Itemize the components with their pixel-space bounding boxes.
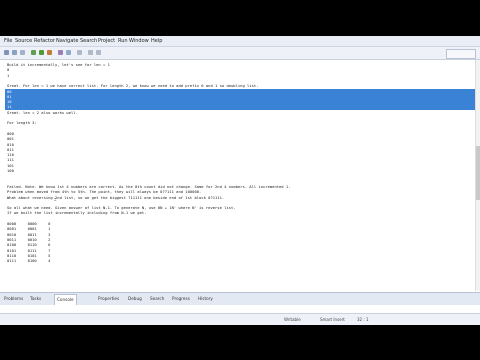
editor-line[interactable]: 1 bbox=[7, 73, 9, 78]
new-class-icon[interactable] bbox=[58, 50, 63, 55]
editor-line[interactable]: Great. For len = 1 we have correct list.… bbox=[7, 83, 258, 88]
text-selection bbox=[5, 88, 476, 110]
editor-line[interactable]: 100 bbox=[7, 168, 14, 173]
tab-console[interactable]: Console bbox=[54, 294, 77, 305]
editor-line[interactable]: If we built the list incrementally inclu… bbox=[7, 210, 146, 215]
tab-problems[interactable]: Problems bbox=[4, 296, 23, 302]
editor-line[interactable]: 01 bbox=[7, 94, 12, 99]
editor-line[interactable]: 00 bbox=[7, 89, 12, 94]
editor-line[interactable]: 0000 0000 0 bbox=[7, 221, 50, 226]
tab-debug[interactable]: Debug bbox=[128, 296, 142, 302]
menu-navigate[interactable]: Navigate bbox=[56, 38, 78, 44]
console-panel bbox=[0, 305, 480, 313]
menu-source[interactable]: Source bbox=[15, 38, 32, 44]
tab-tasks[interactable]: Tasks bbox=[30, 296, 41, 302]
menu-project[interactable]: Project bbox=[98, 38, 115, 44]
new-file-icon[interactable] bbox=[4, 50, 9, 55]
editor-line[interactable]: 10 bbox=[7, 99, 12, 104]
tab-history[interactable]: History bbox=[198, 296, 213, 302]
editor-line[interactable]: 011 bbox=[7, 147, 14, 152]
editor-line[interactable]: 010 bbox=[7, 142, 14, 147]
editor-line[interactable]: So all what we need. Given answer of lis… bbox=[7, 205, 236, 210]
debug-icon[interactable] bbox=[31, 50, 36, 55]
menu-search[interactable]: Search bbox=[80, 38, 97, 44]
editor-line[interactable]: 0 bbox=[7, 67, 9, 72]
scrollbar-thumb[interactable] bbox=[476, 146, 480, 200]
eclipse-window: File Source Refactor Navigate Search Pro… bbox=[0, 36, 480, 325]
toolbar bbox=[0, 47, 480, 60]
search-icon[interactable] bbox=[77, 50, 82, 55]
editor-line[interactable]: What about reversing 2nd list, so we get… bbox=[7, 195, 224, 200]
status-writable: Writable bbox=[284, 317, 301, 322]
editor-line[interactable]: 001 bbox=[7, 136, 14, 141]
vertical-scrollbar[interactable] bbox=[475, 60, 480, 291]
tab-progress[interactable]: Progress bbox=[172, 296, 190, 302]
editor-line[interactable]: 110 bbox=[7, 152, 14, 157]
text-editor[interactable]: Build it incrementally, let's see for le… bbox=[0, 60, 480, 291]
bottom-view-tabs: Problems Tasks Console Properties Debug … bbox=[0, 292, 480, 306]
editor-line[interactable]: 0101 0111 7 bbox=[7, 248, 50, 253]
run-icon[interactable] bbox=[39, 50, 44, 55]
status-position: 32 : 1 bbox=[357, 317, 369, 322]
editor-line[interactable]: 101 bbox=[7, 163, 14, 168]
back-icon[interactable] bbox=[88, 50, 93, 55]
status-bar: Writable Smart Insert 32 : 1 bbox=[0, 313, 480, 325]
editor-line[interactable]: 0010 0011 3 bbox=[7, 232, 50, 237]
tab-properties[interactable]: Properties bbox=[98, 296, 119, 302]
editor-line[interactable]: Problem when moved from 4th to 5th. The … bbox=[7, 189, 201, 194]
editor-line[interactable]: For length 3: bbox=[7, 120, 37, 125]
tab-search[interactable]: Search bbox=[150, 296, 164, 302]
menu-refactor[interactable]: Refactor bbox=[34, 38, 55, 44]
editor-line[interactable]: Build it incrementally, let's see for le… bbox=[7, 62, 110, 67]
editor-line[interactable]: 0001 0001 1 bbox=[7, 226, 50, 231]
perspective-switcher[interactable] bbox=[446, 49, 476, 59]
menu-bar: File Source Refactor Navigate Search Pro… bbox=[0, 36, 480, 47]
editor-line[interactable]: Failed. Note. We know 1st 4 numbers are … bbox=[7, 184, 290, 189]
save-icon[interactable] bbox=[12, 50, 17, 55]
mouse-cursor-icon: ⌶ bbox=[54, 197, 57, 202]
menu-file[interactable]: File bbox=[4, 38, 12, 44]
editor-line[interactable]: 11 bbox=[7, 104, 12, 109]
open-type-icon[interactable] bbox=[66, 50, 71, 55]
status-insert-mode: Smart Insert bbox=[320, 317, 345, 322]
menu-window[interactable]: Window bbox=[129, 38, 149, 44]
editor-line[interactable]: 0100 0110 6 bbox=[7, 242, 50, 247]
editor-line[interactable]: 0110 0101 5 bbox=[7, 253, 50, 258]
editor-line[interactable]: 0111 0100 4 bbox=[7, 258, 50, 263]
external-tools-icon[interactable] bbox=[47, 50, 52, 55]
editor-line[interactable]: 000 bbox=[7, 131, 14, 136]
print-icon[interactable] bbox=[20, 50, 25, 55]
forward-icon[interactable] bbox=[96, 50, 101, 55]
editor-line[interactable]: Great. len = 2 also works well. bbox=[7, 110, 78, 115]
menu-help[interactable]: Help bbox=[151, 38, 162, 44]
editor-line[interactable]: 111 bbox=[7, 157, 14, 162]
editor-line[interactable]: 0011 0010 2 bbox=[7, 237, 50, 242]
menu-run[interactable]: Run bbox=[118, 38, 128, 44]
